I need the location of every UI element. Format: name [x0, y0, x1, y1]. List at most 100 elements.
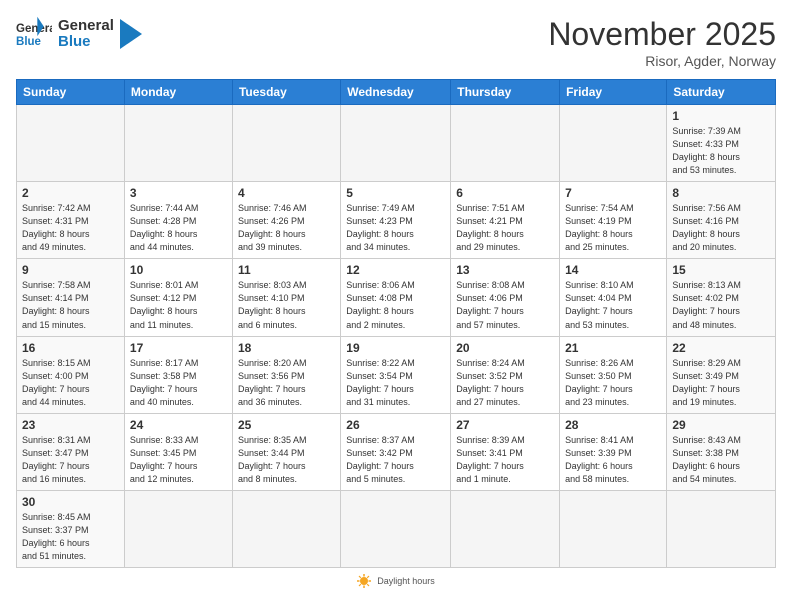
calendar-week-5: 30Sunrise: 8:45 AM Sunset: 3:37 PM Dayli… [17, 490, 776, 567]
calendar-cell: 2 Sunrise: 7:42 AM Sunset: 4:31 PM Daylig… [17, 182, 125, 259]
header: General Blue General Blue November 2025 … [16, 16, 776, 69]
day-info: Sunrise: 8:29 AM Sunset: 3:49 PM Dayligh… [672, 357, 770, 409]
calendar-cell: 28Sunrise: 8:41 AM Sunset: 3:39 PM Dayli… [560, 413, 667, 490]
day-number: 20 [456, 341, 554, 355]
calendar-cell [341, 105, 451, 182]
calendar-header-friday: Friday [560, 80, 667, 105]
svg-text:Blue: Blue [16, 36, 42, 48]
day-number: 11 [238, 263, 335, 277]
day-number: 4 [238, 186, 335, 200]
sun-icon [357, 574, 371, 588]
calendar-cell: 19 Sunrise: 8:22 AM Sunset: 3:54 PM Dayli… [341, 336, 451, 413]
day-info: Sunrise: 8:26 AM Sunset: 3:50 PM Dayligh… [565, 357, 661, 409]
calendar-cell [232, 105, 340, 182]
day-info: Sunrise: 8:39 AM Sunset: 3:41 PM Dayligh… [456, 434, 554, 486]
month-title: November 2025 [548, 16, 776, 53]
calendar-cell: 30Sunrise: 8:45 AM Sunset: 3:37 PM Dayli… [17, 490, 125, 567]
day-number: 12 [346, 263, 445, 277]
day-number: 17 [130, 341, 227, 355]
day-info: Sunrise: 8:37 AM Sunset: 3:42 PM Dayligh… [346, 434, 445, 486]
day-number: 27 [456, 418, 554, 432]
calendar-cell [667, 490, 776, 567]
daylight-label: Daylight hours [377, 576, 435, 586]
calendar-cell: 10Sunrise: 8:01 AM Sunset: 4:12 PM Dayli… [124, 259, 232, 336]
location: Risor, Agder, Norway [548, 53, 776, 69]
logo-blue-text: Blue [58, 34, 114, 51]
calendar-cell: 14Sunrise: 8:10 AM Sunset: 4:04 PM Dayli… [560, 259, 667, 336]
day-number: 14 [565, 263, 661, 277]
calendar-cell: 17Sunrise: 8:17 AM Sunset: 3:58 PM Dayli… [124, 336, 232, 413]
day-number: 30 [22, 495, 119, 509]
logo: General Blue General Blue [16, 16, 142, 52]
calendar-cell: 21 Sunrise: 8:26 AM Sunset: 3:50 PM Dayli… [560, 336, 667, 413]
day-info: Sunrise: 8:33 AM Sunset: 3:45 PM Dayligh… [130, 434, 227, 486]
calendar-header-thursday: Thursday [451, 80, 560, 105]
day-info: Sunrise: 7:58 AM Sunset: 4:14 PM Dayligh… [22, 279, 119, 331]
calendar-cell [124, 105, 232, 182]
day-info: Sunrise: 7:42 AM Sunset: 4:31 PM Dayligh… [22, 202, 119, 254]
calendar-cell: 27 Sunrise: 8:39 AM Sunset: 3:41 PM Dayli… [451, 413, 560, 490]
calendar-week-2: 9 Sunrise: 7:58 AM Sunset: 4:14 PM Daylig… [17, 259, 776, 336]
day-info: Sunrise: 8:08 AM Sunset: 4:06 PM Dayligh… [456, 279, 554, 331]
day-info: Sunrise: 7:54 AM Sunset: 4:19 PM Dayligh… [565, 202, 661, 254]
logo-icon: General Blue [16, 16, 52, 52]
day-number: 29 [672, 418, 770, 432]
day-number: 13 [456, 263, 554, 277]
calendar-cell [451, 490, 560, 567]
day-info: Sunrise: 8:43 AM Sunset: 3:38 PM Dayligh… [672, 434, 770, 486]
calendar-cell: 29 Sunrise: 8:43 AM Sunset: 3:38 PM Dayli… [667, 413, 776, 490]
calendar: SundayMondayTuesdayWednesdayThursdayFrid… [16, 79, 776, 568]
day-info: Sunrise: 8:15 AM Sunset: 4:00 PM Dayligh… [22, 357, 119, 409]
day-number: 21 [565, 341, 661, 355]
day-number: 18 [238, 341, 335, 355]
calendar-cell: 23Sunrise: 8:31 AM Sunset: 3:47 PM Dayli… [17, 413, 125, 490]
logo-general-text: General [58, 18, 114, 35]
day-number: 6 [456, 186, 554, 200]
calendar-cell: 9 Sunrise: 7:58 AM Sunset: 4:14 PM Daylig… [17, 259, 125, 336]
day-number: 9 [22, 263, 119, 277]
day-info: Sunrise: 7:46 AM Sunset: 4:26 PM Dayligh… [238, 202, 335, 254]
day-info: Sunrise: 7:49 AM Sunset: 4:23 PM Dayligh… [346, 202, 445, 254]
calendar-header-sunday: Sunday [17, 80, 125, 105]
day-number: 22 [672, 341, 770, 355]
day-info: Sunrise: 8:22 AM Sunset: 3:54 PM Dayligh… [346, 357, 445, 409]
calendar-header-wednesday: Wednesday [341, 80, 451, 105]
calendar-header-tuesday: Tuesday [232, 80, 340, 105]
day-info: Sunrise: 8:03 AM Sunset: 4:10 PM Dayligh… [238, 279, 335, 331]
day-number: 28 [565, 418, 661, 432]
calendar-cell: 6Sunrise: 7:51 AM Sunset: 4:21 PM Daylig… [451, 182, 560, 259]
footer-note: Daylight hours [16, 574, 776, 588]
calendar-cell [560, 490, 667, 567]
calendar-cell: 12 Sunrise: 8:06 AM Sunset: 4:08 PM Dayli… [341, 259, 451, 336]
calendar-week-0: 1 Sunrise: 7:39 AM Sunset: 4:33 PM Daylig… [17, 105, 776, 182]
calendar-cell: 5 Sunrise: 7:49 AM Sunset: 4:23 PM Daylig… [341, 182, 451, 259]
calendar-cell [451, 105, 560, 182]
page: General Blue General Blue November 2025 … [0, 0, 792, 598]
calendar-cell [341, 490, 451, 567]
calendar-header-row: SundayMondayTuesdayWednesdayThursdayFrid… [17, 80, 776, 105]
day-info: Sunrise: 8:20 AM Sunset: 3:56 PM Dayligh… [238, 357, 335, 409]
day-number: 8 [672, 186, 770, 200]
logo-chevron-icon [120, 19, 142, 49]
calendar-cell: 22 Sunrise: 8:29 AM Sunset: 3:49 PM Dayli… [667, 336, 776, 413]
day-number: 1 [672, 109, 770, 123]
calendar-cell: 13 Sunrise: 8:08 AM Sunset: 4:06 PM Dayli… [451, 259, 560, 336]
day-info: Sunrise: 8:13 AM Sunset: 4:02 PM Dayligh… [672, 279, 770, 331]
day-info: Sunrise: 8:06 AM Sunset: 4:08 PM Dayligh… [346, 279, 445, 331]
calendar-cell: 3Sunrise: 7:44 AM Sunset: 4:28 PM Daylig… [124, 182, 232, 259]
day-number: 23 [22, 418, 119, 432]
day-number: 2 [22, 186, 119, 200]
calendar-cell: 25 Sunrise: 8:35 AM Sunset: 3:44 PM Dayli… [232, 413, 340, 490]
calendar-cell: 18 Sunrise: 8:20 AM Sunset: 3:56 PM Dayli… [232, 336, 340, 413]
calendar-cell [124, 490, 232, 567]
calendar-cell [17, 105, 125, 182]
day-number: 25 [238, 418, 335, 432]
day-info: Sunrise: 8:35 AM Sunset: 3:44 PM Dayligh… [238, 434, 335, 486]
day-number: 15 [672, 263, 770, 277]
day-info: Sunrise: 8:24 AM Sunset: 3:52 PM Dayligh… [456, 357, 554, 409]
calendar-cell: 8Sunrise: 7:56 AM Sunset: 4:16 PM Daylig… [667, 182, 776, 259]
day-number: 19 [346, 341, 445, 355]
day-number: 3 [130, 186, 227, 200]
day-info: Sunrise: 7:39 AM Sunset: 4:33 PM Dayligh… [672, 125, 770, 177]
day-number: 5 [346, 186, 445, 200]
